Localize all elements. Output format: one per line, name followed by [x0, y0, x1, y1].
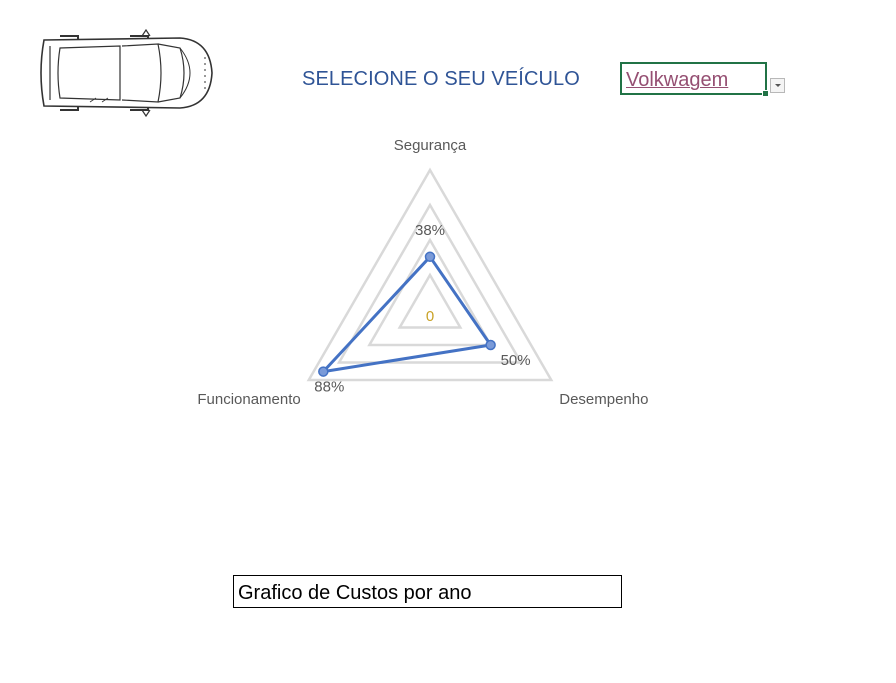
cost-chart-title: Grafico de Custos por ano	[238, 582, 472, 604]
radar-data-label: 50%	[501, 352, 531, 369]
radar-point	[485, 339, 496, 351]
radar-data-label: 88%	[314, 379, 344, 396]
radar-axis-labels: Segurança Desempenho Funcionamento	[197, 137, 648, 408]
radar-data-label: 38%	[415, 222, 445, 239]
radar-axis-label: Desempenho	[559, 391, 648, 408]
center-label: 0	[426, 308, 434, 325]
radar-axis-label: Funcionamento	[197, 391, 300, 408]
radar-point	[424, 251, 436, 263]
radar-series: 38% 50% 88%	[314, 222, 530, 396]
radar-axis-label: Segurança	[394, 137, 467, 154]
radar-point	[318, 366, 329, 377]
cost-chart-title-box: Grafico de Custos por ano	[233, 575, 622, 608]
